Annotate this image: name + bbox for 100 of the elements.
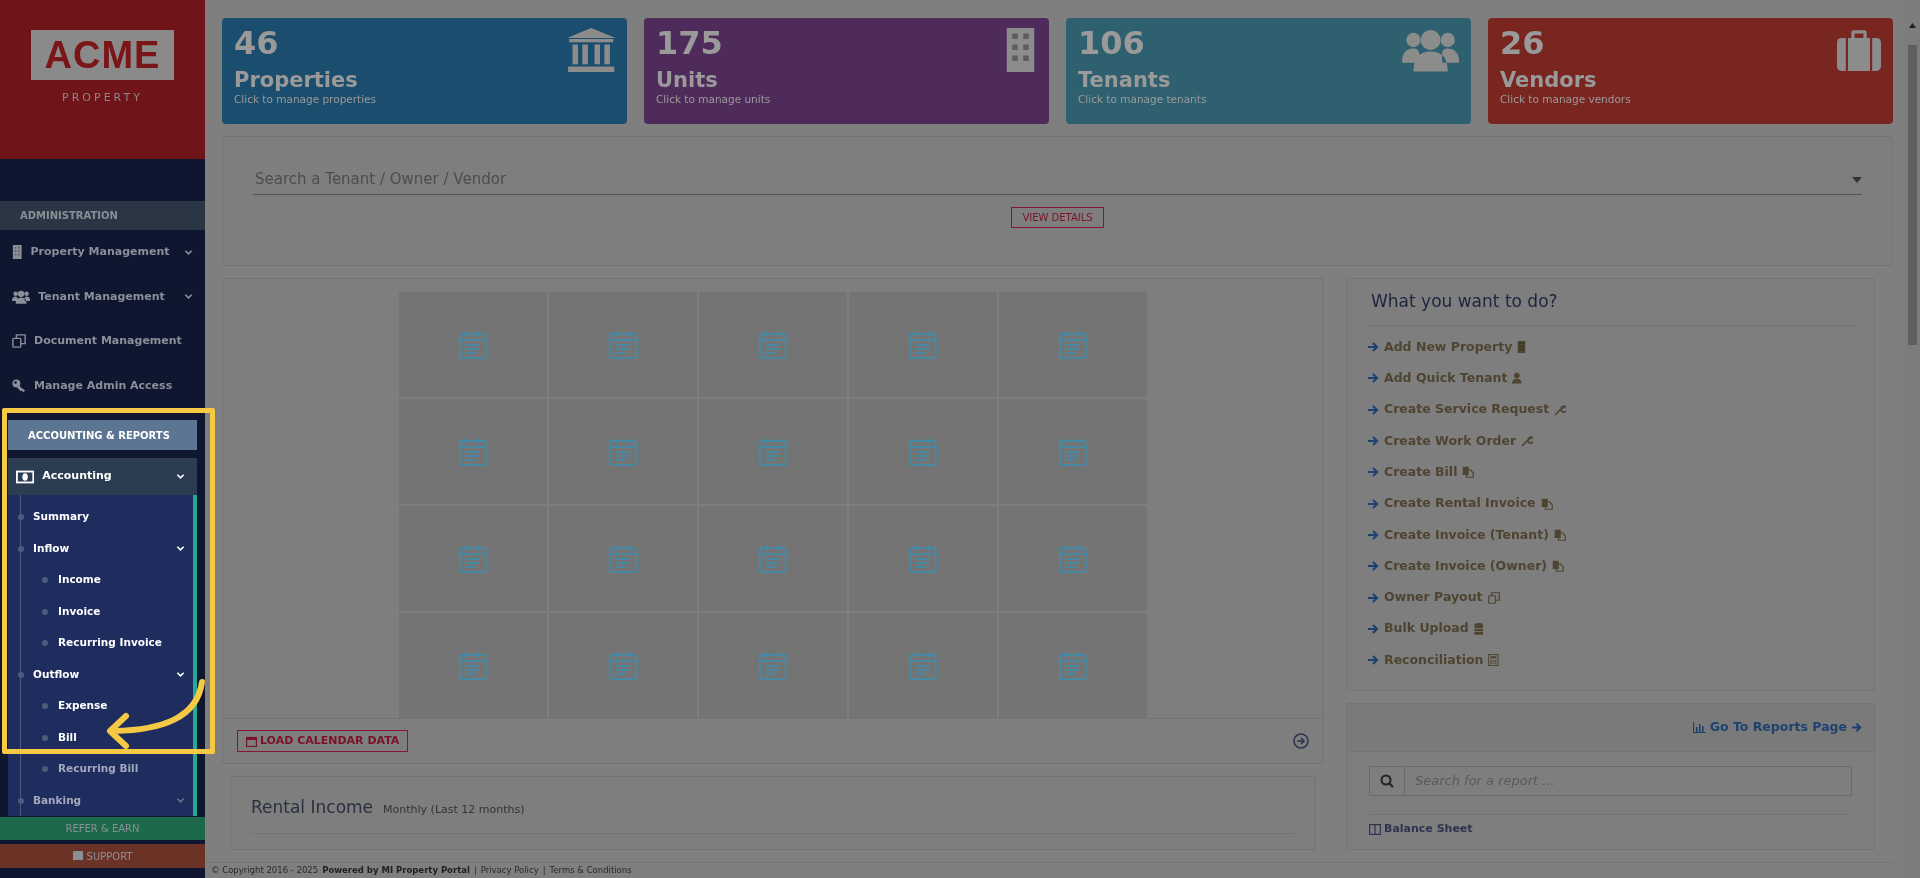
stat-label: Tenants [1078,69,1171,93]
building-icon [1517,341,1527,354]
calendar-icon [1058,650,1088,681]
stacked-pages-icon [12,334,26,349]
key-icon [12,379,26,393]
stat-card[interactable]: 175 Units Click to manage units [644,18,1049,124]
refer-button[interactable]: REFER & EARN [0,816,205,841]
chevron-down-icon [176,670,185,680]
calendar-icon [458,436,488,467]
calendar-icon [608,329,638,360]
submenu-item[interactable]: Banking [8,785,193,817]
action-link[interactable]: Create Rental Invoice [1365,488,1856,520]
action-link[interactable]: Create Work Order [1365,425,1856,457]
powered-by-text: Powered by MI Property Portal [322,864,470,877]
arrow-right-icon [1367,591,1379,604]
database-icon [1473,622,1484,635]
menu-item[interactable]: Manage Admin Access [0,363,205,409]
stat-card[interactable]: 26 Vendors Click to manage vendors [1488,18,1893,124]
panel-subtitle: Monthly (Last 12 months) [383,803,525,816]
action-link[interactable]: Add New Property [1365,331,1856,363]
calendar-icon [758,329,788,360]
wrench-icon [1521,435,1534,448]
calendar-icon [608,436,638,467]
submenu-item[interactable]: Invoice [8,596,193,628]
panel-title: What you want to do? [1365,289,1856,326]
arrow-right-icon [1851,721,1862,733]
person-icon [1512,372,1522,385]
stat-card[interactable]: 106 Tenants Click to manage tenants [1066,18,1471,124]
stat-hint: Click to manage properties [234,92,377,108]
book-icon [72,850,83,862]
action-link[interactable]: Reconciliation [1365,644,1856,676]
tree-node-dot [42,734,48,741]
calendar-icon [758,543,788,574]
action-link[interactable]: Create Invoice (Owner) [1365,550,1856,582]
stat-label: Properties [234,69,358,93]
briefcase-icon [1837,28,1881,72]
submenu-item[interactable]: Inflow [8,533,193,565]
calendar-icon [1058,436,1088,467]
footer-link[interactable]: Terms & Conditions [549,864,632,877]
panel-title: Rental Income [251,797,374,817]
stat-label: Vendors [1500,69,1597,93]
logo-wordmark: ACME [30,30,175,80]
calendar-icon [458,650,488,681]
calendar-icon [246,735,257,747]
chevron-down-icon [176,796,185,806]
arrow-right-icon [1367,497,1379,510]
submenu-item[interactable]: Income [8,564,193,596]
arrow-right-icon [1367,435,1379,448]
support-button[interactable]: SUPPORT [0,844,205,868]
calculator-icon [1488,654,1500,667]
load-calendar-button[interactable]: LOAD CALENDAR DATA [237,729,409,753]
menu-item[interactable]: Document Management [0,319,205,364]
columns-icon [1369,823,1381,835]
calendar-icon [1058,543,1088,574]
action-link[interactable]: Create Invoice (Tenant) [1365,519,1856,551]
stacked-pages-icon [1487,591,1500,604]
view-details-button[interactable]: VIEW DETAILS [1011,207,1104,228]
calendar-icon [608,543,638,574]
building-icon [1004,28,1037,72]
dropdown-caret-icon [1852,176,1862,183]
chevron-down-icon [184,248,193,257]
copy-icon [1553,528,1566,541]
report-link[interactable]: Balance Sheet [1369,813,1852,838]
bank-icon [566,28,615,72]
stat-hint: Click to manage tenants [1078,92,1207,108]
stat-count: 175 [656,26,723,62]
calendar-icon [458,329,488,360]
action-link[interactable]: Bulk Upload [1365,613,1856,645]
menu-item[interactable]: Accounting [8,457,197,496]
people-icon [1401,28,1459,72]
reports-page-link[interactable]: Go To Reports Page [1692,717,1862,737]
calendar-icon [908,436,938,467]
bar-chart-icon [1692,721,1706,733]
submenu-item[interactable]: Summary [8,501,193,533]
submenu-item[interactable]: Expense [8,690,193,722]
calendar-icon [758,436,788,467]
wrench-icon [1554,403,1567,416]
arrow-right-icon [1367,560,1379,573]
submenu-item[interactable]: Recurring Bill [8,753,193,785]
menu-item[interactable]: Tenant Management [0,274,205,320]
chevron-down-icon [176,544,185,554]
calendar-icon [908,650,938,681]
action-link[interactable]: Owner Payout [1365,581,1856,614]
footer-link[interactable]: Privacy Policy [480,864,539,877]
chevron-down-icon [184,292,193,302]
submenu-item[interactable]: Bill [8,722,193,754]
calendar-icon [908,329,938,360]
arrow-right-icon [1367,466,1379,479]
separator: | [473,864,477,877]
section-header: ADMINISTRATION [0,200,205,231]
stat-card[interactable]: 46 Properties Click to manage properties [222,18,627,124]
action-link[interactable]: Add Quick Tenant [1365,362,1856,395]
action-link[interactable]: Create Service Request [1365,394,1856,426]
action-link[interactable]: Create Bill [1365,456,1856,488]
submenu-item[interactable]: Outflow [8,659,193,691]
search-icon [1380,773,1394,788]
people-icon [12,290,31,304]
menu-item[interactable]: Property Management [0,230,205,275]
submenu-item[interactable]: Recurring Invoice [8,627,193,659]
tree-node-dot [42,703,48,710]
